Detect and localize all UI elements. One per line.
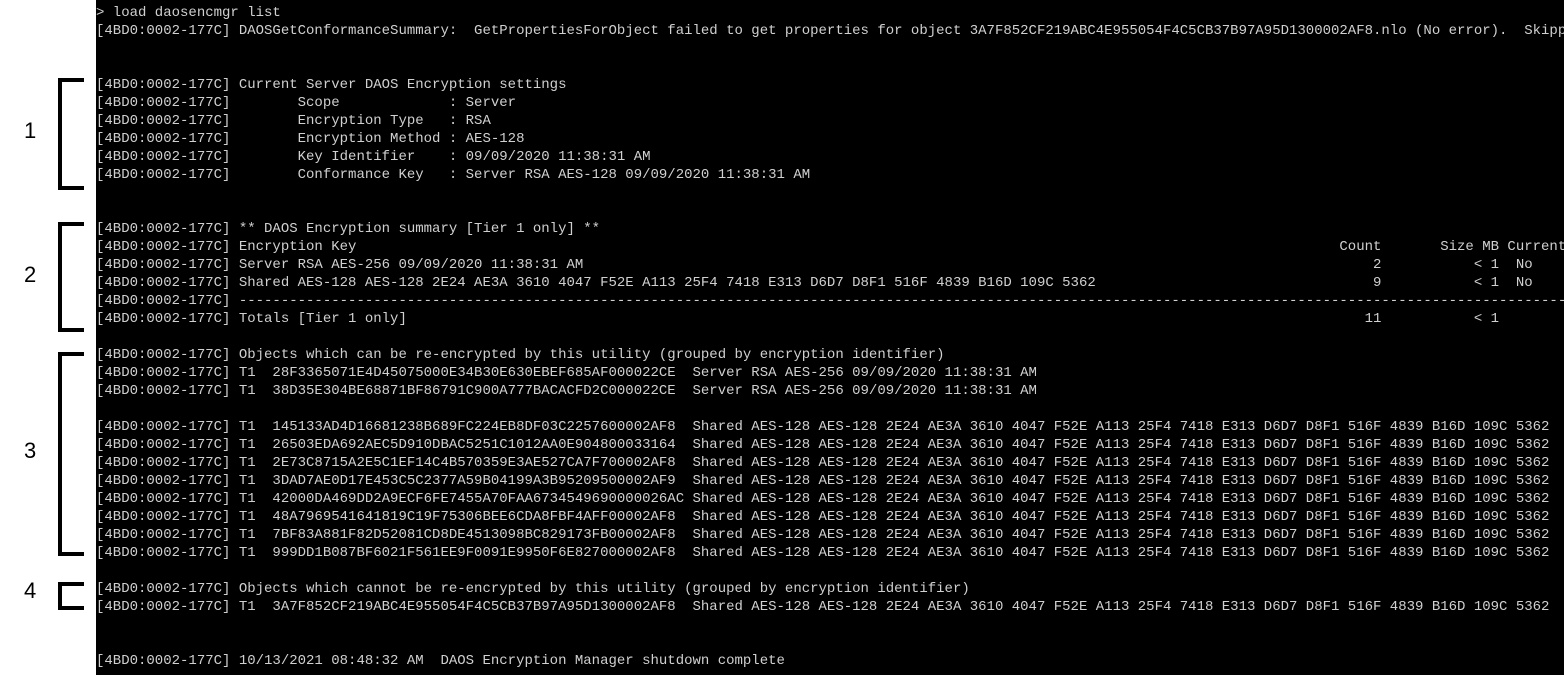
terminal-line: [4BD0:0002-177C] Current Server DAOS Enc… (96, 76, 1564, 94)
terminal-line: [4BD0:0002-177C] Server RSA AES-256 09/0… (96, 256, 1564, 274)
terminal-line: > load daosencmgr list (96, 4, 1564, 22)
terminal-line (96, 40, 1564, 58)
section-bracket (58, 352, 84, 556)
terminal-line: [4BD0:0002-177C] Objects which cannot be… (96, 580, 1564, 598)
terminal-line: [4BD0:0002-177C] T1 3A7F852CF219ABC4E955… (96, 598, 1564, 616)
terminal-line: [4BD0:0002-177C] Key Identifier : 09/09/… (96, 148, 1564, 166)
section-number: 1 (24, 118, 36, 144)
terminal-line: [4BD0:0002-177C] T1 7BF83A881F82D52081CD… (96, 526, 1564, 544)
terminal-line: [4BD0:0002-177C] T1 42000DA469DD2A9ECF6F… (96, 490, 1564, 508)
terminal-line: [4BD0:0002-177C] T1 145133AD4D16681238B6… (96, 418, 1564, 436)
terminal-line: [4BD0:0002-177C] T1 26503EDA692AEC5D910D… (96, 436, 1564, 454)
terminal-line: [4BD0:0002-177C] Encryption Method : AES… (96, 130, 1564, 148)
terminal-line: [4BD0:0002-177C] T1 3DAD7AE0D17E453C5C23… (96, 472, 1564, 490)
terminal-line: [4BD0:0002-177C] ** DAOS Encryption summ… (96, 220, 1564, 238)
terminal-line (96, 616, 1564, 634)
section-bracket (58, 222, 84, 332)
section-number: 2 (24, 262, 36, 288)
terminal-line: [4BD0:0002-177C] Conformance Key : Serve… (96, 166, 1564, 184)
section-number: 4 (24, 578, 36, 604)
terminal-line: [4BD0:0002-177C] 10/13/2021 08:48:32 AM … (96, 652, 1564, 670)
terminal-line: [4BD0:0002-177C] Shared AES-128 AES-128 … (96, 274, 1564, 292)
terminal-line: [4BD0:0002-177C] T1 2E73C8715A2E5C1EF14C… (96, 454, 1564, 472)
section-bracket (58, 582, 84, 610)
terminal-line (96, 58, 1564, 76)
terminal-line: [4BD0:0002-177C] Encryption Key Count Si… (96, 238, 1564, 256)
terminal-line (96, 634, 1564, 652)
terminal-line: [4BD0:0002-177C] Objects which can be re… (96, 346, 1564, 364)
section-bracket (58, 78, 84, 190)
terminal-line (96, 400, 1564, 418)
terminal-line: [4BD0:0002-177C] T1 999DD1B087BF6021F561… (96, 544, 1564, 562)
terminal-line: [4BD0:0002-177C] Scope : Server (96, 94, 1564, 112)
terminal-line (96, 202, 1564, 220)
terminal-line (96, 328, 1564, 346)
annotation-gutter: 1 2 3 4 (0, 0, 96, 675)
terminal-line: [4BD0:0002-177C] T1 38D35E304BE68871BF86… (96, 382, 1564, 400)
terminal-line: [4BD0:0002-177C] T1 48A7969541641819C19F… (96, 508, 1564, 526)
terminal-line: [4BD0:0002-177C] Totals [Tier 1 only] 11… (96, 310, 1564, 328)
terminal-output: > load daosencmgr list[4BD0:0002-177C] D… (96, 0, 1564, 675)
terminal-line (96, 562, 1564, 580)
terminal-line: [4BD0:0002-177C] -----------------------… (96, 292, 1564, 310)
terminal-line: [4BD0:0002-177C] Encryption Type : RSA (96, 112, 1564, 130)
terminal-line: [4BD0:0002-177C] DAOSGetConformanceSumma… (96, 22, 1564, 40)
terminal-line: [4BD0:0002-177C] T1 28F3365071E4D4507500… (96, 364, 1564, 382)
section-number: 3 (24, 438, 36, 464)
terminal-line (96, 184, 1564, 202)
